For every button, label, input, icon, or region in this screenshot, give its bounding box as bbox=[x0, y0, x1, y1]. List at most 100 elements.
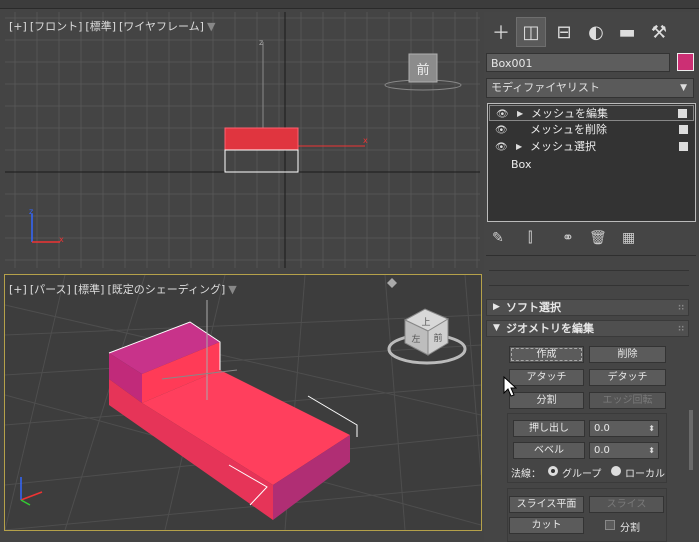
show-end-result-icon[interactable]: ⫿ bbox=[528, 230, 532, 246]
hierarchy-tab-icon[interactable]: ⊟ bbox=[549, 17, 579, 47]
remove-modifier-icon[interactable]: 🗑 bbox=[589, 230, 607, 246]
stack-item-checkbox[interactable] bbox=[679, 125, 688, 134]
viewport-view-menu[interactable]: [フロント] bbox=[30, 20, 83, 33]
perspective-viewport[interactable]: 上 左 前 [+] [パース] [標準] [既定のシェーディング] ▼ bbox=[4, 274, 482, 531]
stack-item-box[interactable]: Box bbox=[489, 157, 694, 173]
viewport-shading-menu[interactable]: [ワイヤフレーム] bbox=[119, 20, 204, 33]
viewcube-front-label: 前 bbox=[433, 332, 442, 344]
viewport-filter-icon[interactable]: ▼ bbox=[207, 20, 215, 33]
viewport-standard-menu[interactable]: [標準] bbox=[85, 20, 116, 33]
modifier-list-dropdown[interactable]: モディファイヤリスト ▼ bbox=[486, 78, 694, 98]
bevel-button[interactable]: ベベル bbox=[513, 442, 585, 459]
motion-tab-icon[interactable]: ◐ bbox=[581, 17, 611, 47]
extrude-value: 0.0 bbox=[594, 423, 610, 434]
expand-arrow-icon[interactable]: ▶ bbox=[517, 106, 523, 122]
rollout-scroll-handle[interactable] bbox=[489, 270, 689, 286]
panel-separator bbox=[486, 255, 696, 256]
home-icon[interactable] bbox=[387, 278, 397, 288]
normals-group-label: グループ bbox=[562, 469, 602, 480]
front-viewport[interactable]: z x z x 前 [+] [フロント] [標準] [ワイヤフレーム] ▼ bbox=[5, 12, 480, 268]
stack-item-mesh-select[interactable]: 👁 ▶ メッシュ選択 bbox=[489, 139, 694, 155]
viewport-plus-menu[interactable]: [+] bbox=[9, 20, 27, 33]
persp-viewcube[interactable]: 上 左 前 bbox=[403, 308, 450, 356]
eye-icon[interactable]: 👁 bbox=[496, 107, 509, 123]
modify-tab-icon[interactable]: ◫ bbox=[516, 17, 546, 47]
viewport-filter-icon[interactable]: ▼ bbox=[228, 283, 236, 296]
viewcube-left-label: 左 bbox=[411, 333, 420, 345]
split-label: 分割 bbox=[620, 523, 640, 534]
viewport-shading-menu[interactable]: [既定のシェーディング] bbox=[107, 283, 225, 296]
attach-button[interactable]: アタッチ bbox=[509, 369, 584, 386]
rollout-soft-select[interactable]: ▶ ソフト選択 ∷ bbox=[486, 299, 689, 316]
stack-item-checkbox[interactable] bbox=[679, 142, 688, 151]
stack-item-label: メッシュを編集 bbox=[531, 107, 608, 120]
collapse-arrow-icon: ▼ bbox=[493, 323, 500, 333]
front-box-selected[interactable] bbox=[224, 127, 299, 151]
normals-label: 法線： bbox=[511, 469, 541, 480]
delete-button[interactable]: 削除 bbox=[589, 346, 666, 363]
stack-item-label: Box bbox=[511, 158, 532, 171]
stack-item-delete-mesh[interactable]: 👁 メッシュを削除 bbox=[489, 122, 694, 138]
normals-local-radio[interactable] bbox=[611, 466, 621, 476]
viewport-view-menu[interactable]: [パース] bbox=[30, 283, 71, 296]
rollout-drag-icon: ∷ bbox=[678, 324, 684, 333]
eye-icon[interactable]: 👁 bbox=[495, 123, 508, 139]
stack-item-edit-mesh[interactable]: 👁 ▶ メッシュを編集 bbox=[489, 105, 694, 121]
rollout-title: ジオメトリを編集 bbox=[506, 322, 594, 335]
bevel-value: 0.0 bbox=[594, 445, 610, 456]
stack-item-label: メッシュ選択 bbox=[530, 140, 596, 153]
normals-group-radio[interactable] bbox=[548, 466, 558, 476]
pin-stack-icon[interactable]: ✎ bbox=[492, 230, 504, 246]
normals-local-label: ローカル bbox=[625, 469, 665, 480]
rollout-edit-geometry[interactable]: ▼ ジオメトリを編集 ∷ bbox=[486, 320, 689, 337]
front-viewport-label[interactable]: [+] [フロント] [標準] [ワイヤフレーム] ▼ bbox=[9, 18, 218, 34]
stack-item-label: メッシュを削除 bbox=[530, 123, 607, 136]
panel-scrollbar[interactable] bbox=[689, 410, 693, 470]
object-color-swatch[interactable] bbox=[677, 53, 694, 71]
configure-modifier-sets-icon[interactable]: ▦ bbox=[622, 230, 635, 246]
create-button[interactable]: 作成 bbox=[509, 346, 584, 363]
spinner-arrows-icon[interactable]: ⬍ bbox=[648, 421, 655, 436]
chevron-down-icon: ▼ bbox=[680, 83, 687, 93]
front-viewcube-label: 前 bbox=[416, 62, 429, 78]
perspective-scene: 上 左 前 bbox=[5, 275, 481, 530]
viewcube-top-label: 上 bbox=[421, 317, 430, 328]
slice-plane-button[interactable]: スライス平面 bbox=[509, 496, 584, 513]
modifier-list-label: モディファイヤリスト bbox=[491, 81, 600, 94]
split-checkbox[interactable] bbox=[605, 520, 615, 530]
extrude-spinner[interactable]: 0.0 ⬍ bbox=[589, 420, 659, 437]
extrude-button[interactable]: 押し出し bbox=[513, 420, 585, 437]
modifier-stack[interactable]: 👁 ▶ メッシュを編集 👁 メッシュを削除 👁 ▶ メッシュ選択 Box bbox=[487, 103, 696, 222]
front-gizmo-z-label: z bbox=[259, 38, 263, 47]
spinner-arrows-icon[interactable]: ⬍ bbox=[648, 443, 655, 458]
rollout-title: ソフト選択 bbox=[506, 301, 561, 314]
eye-icon[interactable]: 👁 bbox=[495, 140, 508, 156]
rollout-drag-icon: ∷ bbox=[678, 303, 684, 312]
create-tab-icon[interactable]: ＋ bbox=[486, 17, 516, 47]
divide-button[interactable]: 分割 bbox=[509, 392, 584, 409]
utilities-tab-icon[interactable]: ⚒ bbox=[644, 17, 674, 47]
command-panel-tabs: ＋ ◫ ⊟ ◐ ▬ ⚒ bbox=[484, 17, 694, 47]
mouse-cursor-icon bbox=[503, 376, 517, 397]
object-name-field[interactable]: Box001 bbox=[486, 53, 670, 72]
front-axis-x-label: x bbox=[59, 235, 64, 244]
display-tab-icon[interactable]: ▬ bbox=[612, 17, 642, 47]
expand-arrow-icon: ▶ bbox=[493, 302, 500, 312]
cut-button[interactable]: カット bbox=[509, 517, 584, 534]
viewport-standard-menu[interactable]: [標準] bbox=[74, 283, 105, 296]
detach-button[interactable]: デタッチ bbox=[589, 369, 666, 386]
make-unique-icon[interactable]: ⚭ bbox=[562, 230, 574, 246]
top-toolbar-strip bbox=[0, 0, 699, 9]
turn-edge-button[interactable]: エッジ回転 bbox=[589, 392, 666, 409]
viewport-plus-menu[interactable]: [+] bbox=[9, 283, 27, 296]
slice-button[interactable]: スライス bbox=[589, 496, 664, 513]
stack-item-checkbox[interactable] bbox=[678, 109, 687, 118]
front-box-bbox bbox=[224, 149, 299, 173]
bevel-spinner[interactable]: 0.0 ⬍ bbox=[589, 442, 659, 459]
expand-arrow-icon[interactable]: ▶ bbox=[516, 139, 522, 155]
front-axis-z-label: z bbox=[29, 207, 33, 216]
stack-toolbar: ✎ ⫿ ⚭ 🗑 ▦ bbox=[488, 230, 688, 250]
perspective-viewport-label[interactable]: [+] [パース] [標準] [既定のシェーディング] ▼ bbox=[9, 281, 240, 297]
front-gizmo-x-label: x bbox=[363, 136, 368, 145]
front-grid: z x z x 前 bbox=[5, 12, 480, 268]
